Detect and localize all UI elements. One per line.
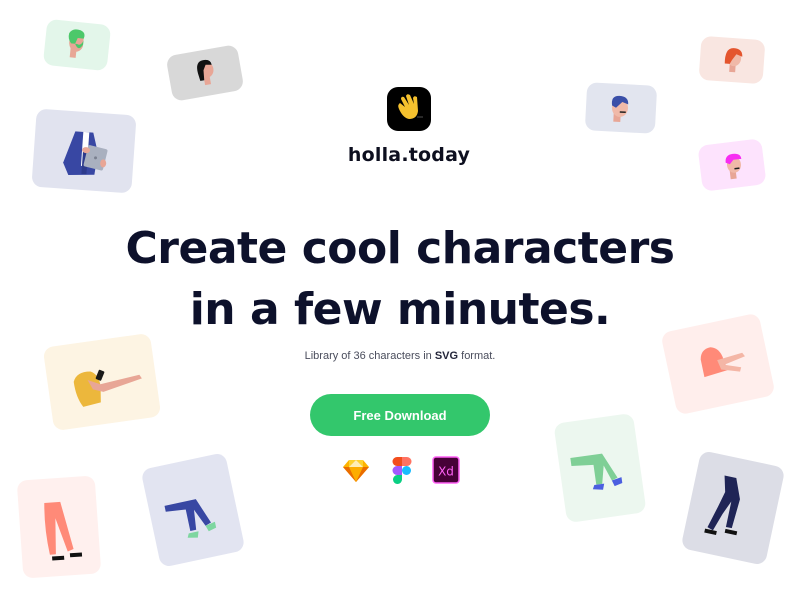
coral-pants-legs-icon xyxy=(44,501,83,561)
card-coral-pants-legs xyxy=(16,475,102,579)
figma-icon xyxy=(392,457,412,484)
blue-hair-head-icon xyxy=(611,95,629,122)
red-hair-head-icon xyxy=(724,48,743,73)
pink-hair-head-icon xyxy=(725,153,742,180)
green-hair-head-icon xyxy=(68,29,85,58)
black-hair-head-icon xyxy=(197,59,214,86)
tool-sketch[interactable] xyxy=(342,456,370,484)
yellow-shirt-pointing-body-icon xyxy=(73,369,142,407)
adobe-xd-icon: Xd xyxy=(432,456,460,484)
card-blue-hair-head xyxy=(584,82,658,134)
subtitle-suffix: format. xyxy=(458,350,496,362)
card-pink-hair-head xyxy=(697,138,767,192)
headline-line-2: in a few minutes. xyxy=(189,284,611,335)
card-blue-pants-sitting-legs xyxy=(140,452,246,568)
subtitle-format: SVG xyxy=(434,350,459,362)
adobe-xd-label: Xd xyxy=(438,465,454,479)
free-download-button[interactable]: Free Download xyxy=(310,394,490,436)
sketch-icon xyxy=(343,460,369,482)
hero-headline: Create cool characters in a few minutes. xyxy=(60,218,740,340)
card-suit-tablet-body xyxy=(31,108,137,194)
card-navy-pants-walking-legs xyxy=(680,450,786,566)
card-red-hair-head xyxy=(698,35,766,85)
blue-pants-sitting-legs-icon xyxy=(164,499,217,538)
card-black-hair-head xyxy=(165,44,245,102)
tool-figma[interactable] xyxy=(388,456,416,484)
brand-name: holla.today xyxy=(347,144,471,166)
hero-subtitle: Library of 36 characters in SVG format. xyxy=(240,350,560,362)
card-green-hair-head xyxy=(42,18,112,72)
card-green-pants-sitting-legs xyxy=(553,412,647,524)
suit-tablet-body-icon xyxy=(63,131,108,175)
subtitle-prefix: Library of 36 characters in xyxy=(304,350,435,362)
card-yellow-shirt-pointing-body xyxy=(42,332,162,432)
brand-logo[interactable] xyxy=(387,87,431,131)
tool-adobe-xd[interactable]: Xd xyxy=(432,456,460,484)
waving-hand-icon xyxy=(398,94,423,119)
headline-line-1: Create cool characters xyxy=(125,223,676,274)
green-pants-sitting-legs-icon xyxy=(570,453,623,490)
navy-pants-walking-legs-icon xyxy=(704,475,740,536)
